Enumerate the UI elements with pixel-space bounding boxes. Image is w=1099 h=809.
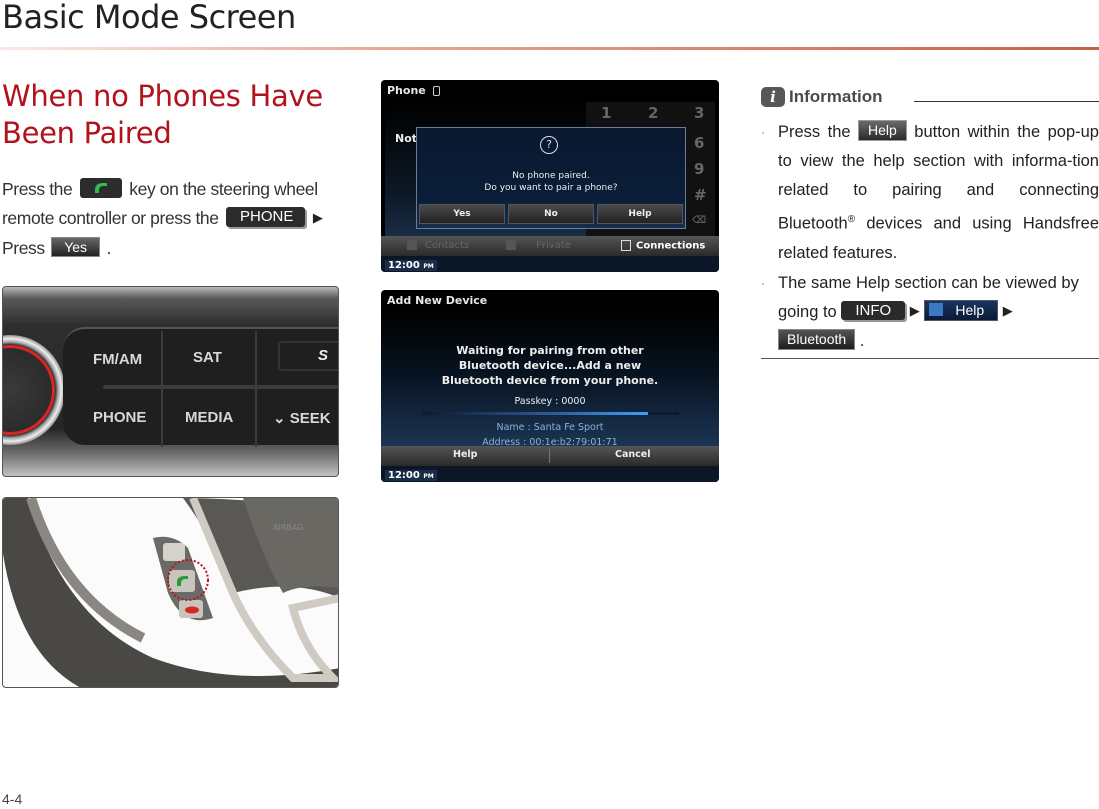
private-icon [506, 240, 516, 250]
panel-divider [103, 385, 338, 389]
dialog-no-button[interactable]: No [508, 204, 594, 224]
chevron-down-icon: ⌄ [273, 410, 290, 427]
clock: 12:00 PM [385, 470, 437, 481]
bluetooth-icon [432, 86, 440, 96]
information-item: · The same Help section can be viewed by… [761, 269, 1099, 356]
clock: 12:00 PM [385, 260, 437, 271]
status-bar: 12:00 PM [381, 256, 719, 272]
header-divider [0, 47, 1099, 50]
intro-paragraph: Press the key on the steering wheel remo… [2, 175, 347, 263]
tab-private[interactable]: Private [506, 240, 571, 251]
help-icon [929, 303, 944, 317]
help-key: Help [858, 120, 907, 142]
display-slot: S [278, 341, 338, 371]
keypad-key[interactable]: 3 [694, 104, 704, 122]
help-menu-key: Help [924, 299, 999, 321]
pairing-progress-fill [423, 412, 649, 415]
section-title: When no Phones Have Been Paired [2, 79, 323, 150]
media-button: MEDIA [185, 409, 234, 426]
dialog-yes-button[interactable]: Yes [419, 204, 505, 224]
phone-screen: Phone Not Connected 1 2 3 6 9 # ⌫ ? No p… [381, 80, 719, 272]
keypad-key[interactable]: 9 [694, 160, 704, 178]
pairing-progress-bar [423, 412, 679, 415]
panel-divider [161, 331, 163, 447]
help-button[interactable]: Help [453, 449, 477, 460]
cancel-button[interactable]: Cancel [615, 449, 650, 460]
bullet: · [761, 275, 765, 290]
backspace-icon[interactable]: ⌫ [692, 215, 706, 226]
information-header: i Information [761, 85, 1099, 109]
steering-wheel-illustration: AIRBAG [3, 498, 338, 687]
keypad-key[interactable]: 6 [694, 134, 704, 152]
dialog-help-button[interactable]: Help [597, 204, 683, 224]
passkey: Passkey : 0000 [514, 396, 586, 407]
tab-contacts[interactable]: Contacts [407, 240, 469, 251]
intro-text: Press the [2, 179, 73, 199]
dialog-message: No phone paired. Do you want to pair a p… [484, 171, 618, 193]
panel-divider [255, 331, 257, 447]
pairing-message: Waiting for pairing from other Bluetooth… [441, 344, 659, 387]
add-device-screen: Add New Device Waiting for pairing from … [381, 290, 719, 482]
phone-button: PHONE [93, 409, 147, 426]
sat-button: SAT [193, 349, 222, 366]
info-key: INFO [841, 300, 906, 320]
information-bottom-rule [761, 358, 1099, 359]
intro-text: . [106, 238, 112, 258]
bullet: · [761, 125, 765, 139]
add-device-button-bar: Help Cancel [381, 446, 719, 466]
contacts-icon [407, 240, 417, 250]
information-rule [914, 101, 1099, 102]
information-item: · Press the Help button within the pop-u… [761, 118, 1099, 268]
radio-button-panel: FM/AM SAT PHONE MEDIA ⌄ SEEK S [63, 327, 338, 447]
screen-title: Add New Device [387, 294, 488, 307]
radio-panel-photo: FM/AM SAT PHONE MEDIA ⌄ SEEK S [2, 286, 339, 477]
steering-wheel-photo: AIRBAG [2, 497, 339, 688]
info-icon: i [761, 87, 785, 107]
keypad-key[interactable]: # [694, 186, 707, 204]
screen-title: Phone [387, 84, 440, 97]
arrow-icon: ▶ [909, 302, 920, 318]
arrow-icon: ▶ [1002, 302, 1013, 318]
intro-text: Press [2, 238, 45, 258]
fm-am-button: FM/AM [93, 351, 143, 368]
partial-logo: S [318, 347, 329, 364]
keypad-key[interactable]: 2 [648, 104, 658, 122]
page-header: Basic Mode Screen [0, 0, 1099, 52]
device-name: Name : Santa Fe Sport [496, 422, 604, 433]
question-icon: ? [540, 136, 558, 154]
button-divider [549, 449, 550, 463]
connections-icon [621, 240, 631, 251]
add-device-body: Waiting for pairing from other Bluetooth… [381, 310, 719, 448]
airbag-label: AIRBAG [273, 523, 303, 532]
phone-key: PHONE [226, 207, 306, 228]
phone-tab-bar: Contacts Private Connections [381, 236, 719, 256]
call-key [79, 178, 122, 199]
bluetooth-key: Bluetooth [778, 328, 856, 350]
information-title: Information [789, 87, 883, 106]
arrow-icon: ▶ [312, 210, 323, 225]
page-number: 4-4 [2, 791, 23, 807]
page-title: Basic Mode Screen [2, 0, 296, 36]
phone-call-icon [94, 183, 107, 194]
seek-button: ⌄ SEEK [273, 410, 331, 427]
keypad-key[interactable]: 1 [601, 104, 611, 122]
status-bar: 12:00 PM [381, 466, 719, 482]
yes-key: Yes [51, 237, 101, 258]
pair-phone-dialog: ? No phone paired. Do you want to pair a… [416, 127, 686, 229]
information-list: · Press the Help button within the pop-u… [761, 118, 1099, 356]
information-box: i Information · Press the Help button wi… [761, 85, 1099, 359]
tab-connections[interactable]: Connections [621, 240, 705, 252]
